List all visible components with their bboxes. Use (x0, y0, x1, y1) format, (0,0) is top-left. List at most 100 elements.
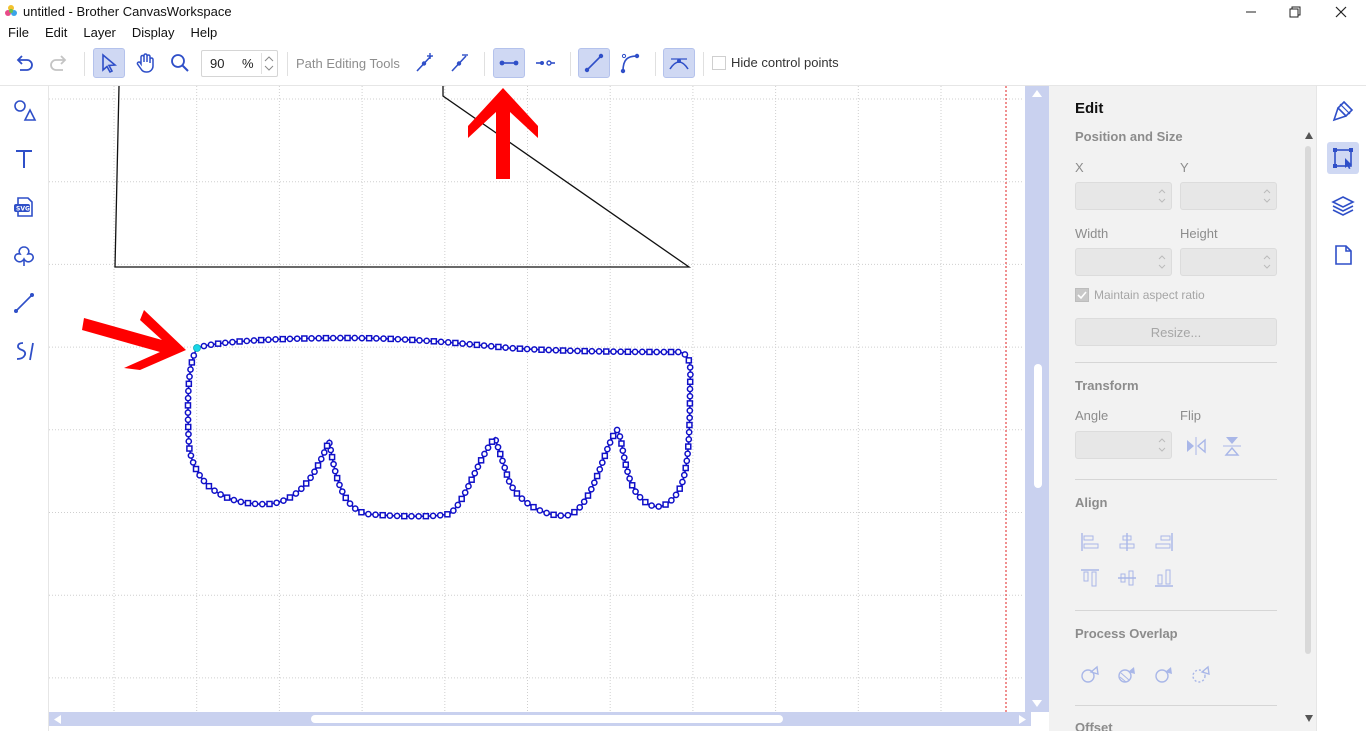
path-node[interactable] (518, 495, 526, 502)
menu-file[interactable]: File (0, 24, 37, 42)
spinner-arrows-icon[interactable] (1262, 253, 1272, 271)
shapes-tool-button[interactable] (9, 96, 39, 126)
path-node[interactable] (229, 338, 236, 346)
undo-button[interactable] (8, 48, 40, 78)
delete-point-button[interactable] (443, 48, 475, 78)
zoom-value[interactable]: 90 (210, 56, 224, 71)
path-node[interactable] (536, 507, 544, 514)
path-node[interactable] (660, 348, 668, 356)
path-node[interactable] (631, 348, 639, 356)
path-node[interactable] (328, 453, 336, 461)
path-node[interactable] (638, 348, 646, 356)
path-node[interactable] (323, 442, 331, 450)
path-node[interactable] (364, 510, 372, 518)
path-node[interactable] (184, 394, 192, 402)
hide-control-points-checkbox[interactable] (712, 56, 726, 70)
resize-button[interactable]: Resize... (1075, 318, 1277, 346)
path-node[interactable] (459, 340, 466, 347)
scroll-up-icon[interactable] (1032, 90, 1042, 98)
flip-horizontal-button[interactable] (1183, 433, 1209, 459)
align-left-button[interactable] (1077, 529, 1103, 555)
path-node[interactable] (682, 464, 689, 472)
path-node[interactable] (580, 498, 588, 506)
path-node[interactable] (667, 348, 675, 356)
path-node[interactable] (186, 373, 193, 380)
path-node[interactable] (502, 344, 509, 352)
flip-vertical-button[interactable] (1219, 433, 1245, 459)
path-node[interactable] (685, 357, 693, 364)
tab-layers[interactable] (1327, 190, 1359, 222)
path-node[interactable] (186, 445, 193, 452)
angle-input[interactable] (1075, 431, 1172, 459)
path-node[interactable] (564, 511, 572, 519)
path-node[interactable] (266, 500, 273, 508)
x-input[interactable] (1075, 182, 1172, 210)
path-node[interactable] (185, 438, 193, 445)
path-node[interactable] (320, 449, 328, 456)
path-node[interactable] (687, 371, 694, 378)
path-node[interactable] (207, 341, 215, 349)
path-node[interactable] (642, 498, 649, 506)
path-node[interactable] (648, 502, 655, 509)
path-node[interactable] (617, 348, 625, 356)
straight-segment-button[interactable] (578, 48, 610, 78)
path-node[interactable] (317, 455, 325, 463)
path-node[interactable] (680, 471, 688, 479)
path-node[interactable] (622, 461, 630, 468)
path-node[interactable] (429, 512, 437, 520)
design-canvas[interactable] (49, 86, 1022, 712)
scroll-down-icon[interactable] (1032, 700, 1042, 708)
scroll-left-icon[interactable] (54, 715, 62, 724)
path-node[interactable] (550, 511, 557, 519)
path-node[interactable] (200, 477, 208, 485)
path-node[interactable] (409, 336, 416, 344)
path-node[interactable] (422, 512, 430, 520)
path-node[interactable] (279, 335, 286, 343)
path-node[interactable] (662, 501, 669, 508)
break-path-button[interactable] (529, 48, 561, 78)
panel-scroll-down-icon[interactable] (1305, 715, 1313, 723)
select-tool-button[interactable] (93, 48, 125, 78)
redo-button[interactable] (43, 48, 75, 78)
path-node[interactable] (297, 485, 305, 493)
path-node[interactable] (509, 484, 516, 492)
path-node[interactable] (513, 490, 521, 497)
path-node[interactable] (372, 511, 379, 519)
path-node[interactable] (681, 351, 689, 358)
path-node[interactable] (329, 334, 337, 342)
path-node[interactable] (436, 511, 444, 519)
menu-display[interactable]: Display (124, 24, 183, 42)
path-node[interactable] (624, 468, 631, 476)
path-node[interactable] (587, 485, 595, 493)
path-node[interactable] (314, 462, 322, 469)
path-node[interactable] (331, 467, 339, 475)
path-node[interactable] (474, 463, 482, 471)
path-node[interactable] (401, 512, 408, 520)
path-node[interactable] (619, 447, 627, 454)
path-node[interactable] (530, 346, 538, 353)
path-node[interactable] (365, 334, 373, 342)
join-points-button[interactable] (493, 48, 525, 78)
subtract-button[interactable] (1151, 661, 1177, 687)
path-node[interactable] (461, 489, 469, 496)
path-node[interactable] (683, 457, 691, 465)
path-node[interactable] (576, 504, 584, 511)
path-node[interactable] (480, 342, 488, 349)
path-node[interactable] (676, 485, 683, 492)
tab-edit[interactable] (1327, 142, 1359, 174)
path-node[interactable] (372, 335, 380, 342)
path-node[interactable] (606, 439, 614, 446)
path-node[interactable] (685, 443, 692, 450)
canvas-drawing[interactable] (49, 86, 1022, 712)
path-node[interactable] (686, 407, 694, 414)
path-node[interactable] (465, 482, 472, 490)
path-node[interactable] (330, 460, 337, 468)
path-node[interactable] (387, 335, 394, 343)
path-node[interactable] (686, 378, 694, 386)
path-node[interactable] (668, 496, 675, 504)
tab-page[interactable] (1327, 239, 1359, 271)
path-node[interactable] (653, 348, 661, 356)
spinner-arrows-icon[interactable] (1262, 187, 1272, 205)
corner-smooth-button[interactable] (663, 48, 695, 78)
path-node[interactable] (494, 443, 502, 451)
